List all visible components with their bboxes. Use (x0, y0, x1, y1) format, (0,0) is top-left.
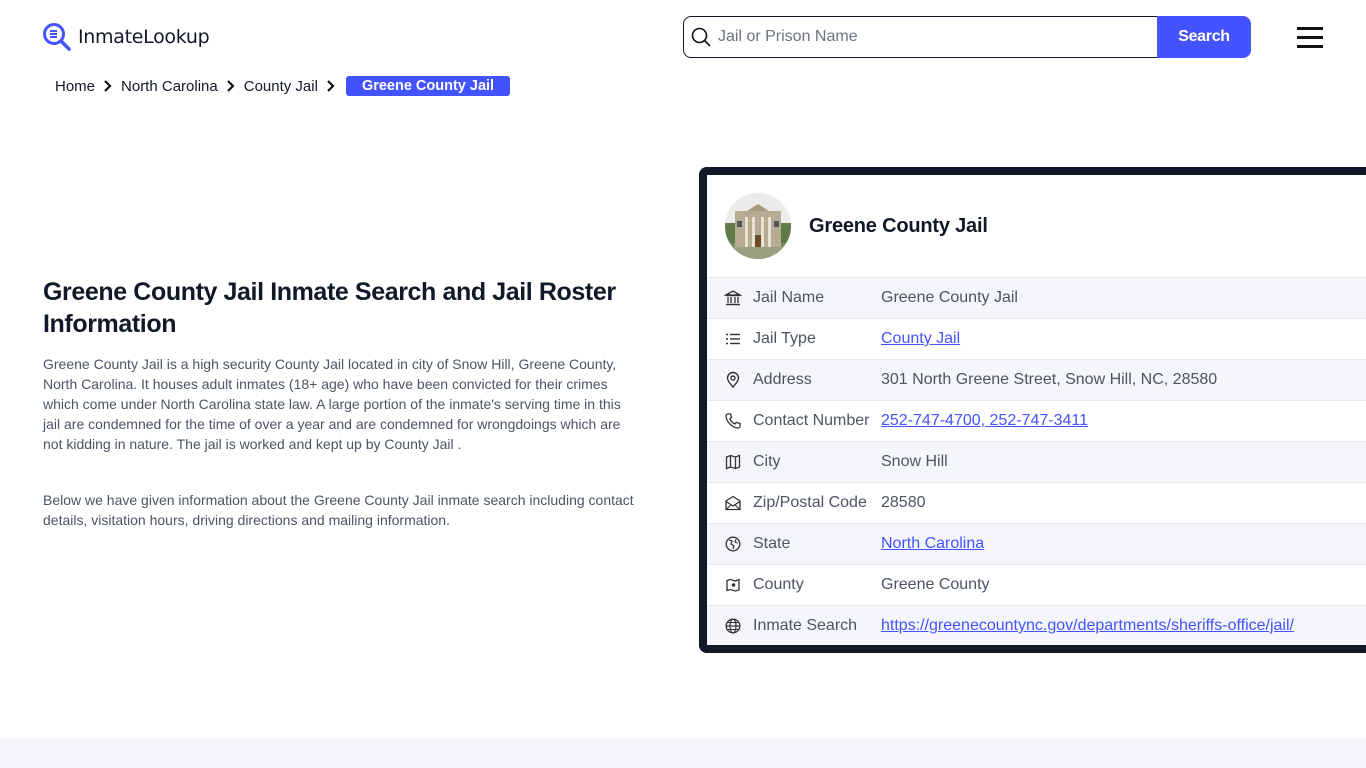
description-paragraph: Greene County Jail is a high security Co… (43, 356, 621, 452)
info-row-county: County Greene County (707, 564, 1366, 605)
row-label: Address (753, 371, 812, 388)
chevron-right-icon (324, 79, 338, 93)
row-label: County (753, 576, 804, 593)
row-label: Inmate Search (753, 617, 858, 634)
map-icon (707, 453, 753, 471)
breadcrumb-home[interactable]: Home (55, 78, 95, 95)
jail-type-link[interactable]: County Jail (881, 330, 960, 348)
row-label: Contact Number (753, 412, 870, 429)
globe-icon (707, 617, 753, 635)
hamburger-menu-icon[interactable] (1297, 26, 1325, 48)
row-label: State (753, 535, 791, 552)
row-value: 28580 (881, 494, 926, 511)
info-row-contact: Contact Number 252-747-4700, 252-747-341… (707, 400, 1366, 441)
row-label: Jail Type (753, 330, 816, 347)
chevron-right-icon (224, 79, 238, 93)
menu-bar (1297, 27, 1323, 30)
jail-info-card: Greene County Jail Jail Name Greene Coun… (699, 167, 1366, 653)
menu-bar (1297, 36, 1323, 39)
info-row-jail-type: Jail Type County Jail (707, 318, 1366, 359)
row-value: Greene County Jail (881, 289, 1018, 306)
phone-link[interactable]: 252-747-4700, 252-747-3411 (881, 412, 1088, 430)
info-row-address: Address 301 North Greene Street, Snow Hi… (707, 359, 1366, 400)
magnifier-logo-icon (43, 23, 71, 51)
card-header: Greene County Jail (707, 175, 1366, 277)
breadcrumb: Home North Carolina County Jail Greene C… (55, 76, 511, 96)
search-input[interactable] (718, 28, 1138, 46)
search-icon (691, 27, 711, 47)
map-marker-icon (707, 576, 753, 594)
row-value: 301 North Greene Street, Snow Hill, NC, … (881, 371, 1218, 388)
info-row-state: State North Carolina (707, 523, 1366, 564)
phone-icon (707, 412, 753, 430)
logo[interactable]: InmateLookup (42, 22, 210, 52)
info-row-inmate-search: Inmate Search https://greenecountync.gov… (707, 605, 1366, 645)
search-button[interactable]: Search (1157, 16, 1251, 58)
row-label: City (753, 453, 781, 470)
info-row-jail-name: Jail Name Greene County Jail (707, 277, 1366, 318)
row-label: Jail Name (753, 289, 825, 306)
row-value: Snow Hill (881, 453, 948, 470)
row-value: Greene County (881, 576, 990, 593)
mail-open-icon (707, 494, 753, 512)
inmate-search-link[interactable]: https://greenecountync.gov/departments/s… (881, 617, 1294, 635)
breadcrumb-type[interactable]: County Jail (244, 78, 318, 95)
card-title: Greene County Jail (809, 214, 988, 237)
search-field[interactable] (683, 16, 1157, 58)
row-label: Zip/Postal Code (753, 494, 867, 511)
footer-section (0, 738, 1366, 768)
info-row-city: City Snow Hill (707, 441, 1366, 482)
summary-paragraph: Below we have given information about th… (43, 492, 634, 528)
logo-text: InmateLookup (78, 26, 210, 48)
globe-pin-icon (707, 535, 753, 553)
menu-bar (1297, 45, 1323, 48)
info-row-zip: Zip/Postal Code 28580 (707, 482, 1366, 523)
chevron-right-icon (101, 79, 115, 93)
list-icon (707, 330, 753, 348)
bank-icon (707, 289, 753, 307)
map-pin-icon (707, 371, 753, 389)
breadcrumb-state[interactable]: North Carolina (121, 78, 218, 95)
jail-photo (725, 193, 791, 259)
search-bar: Search (683, 16, 1251, 58)
state-link[interactable]: North Carolina (881, 535, 984, 553)
page-title: Greene County Jail Inmate Search and Jai… (43, 278, 616, 338)
breadcrumb-current: Greene County Jail (345, 76, 511, 96)
